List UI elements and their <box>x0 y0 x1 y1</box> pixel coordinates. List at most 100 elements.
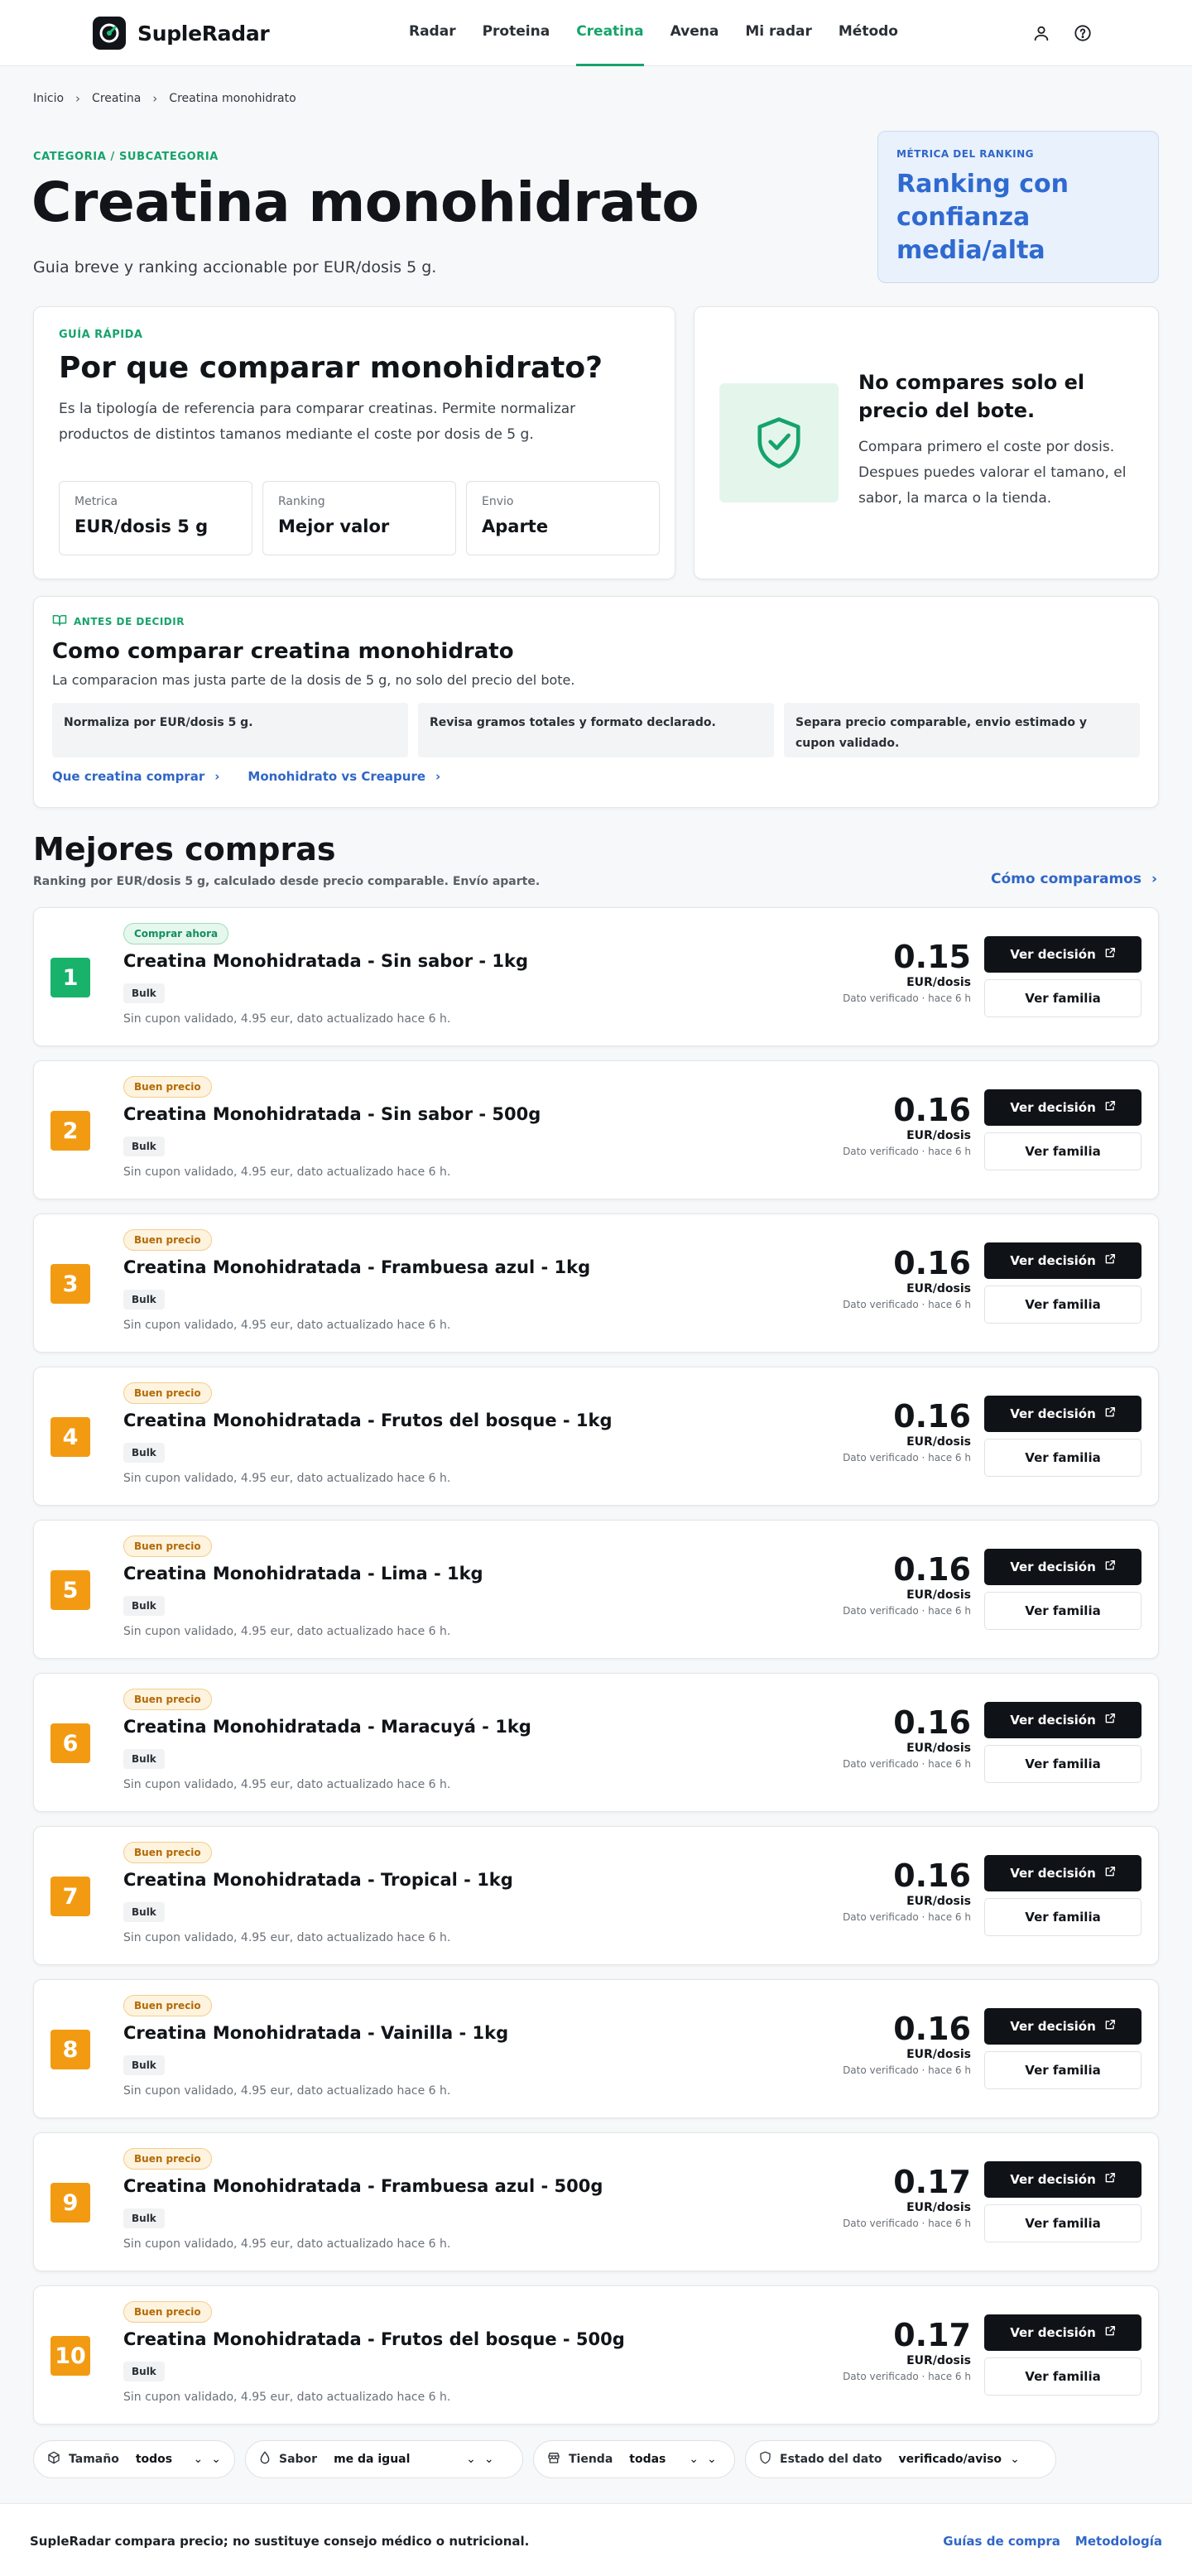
price-value: 0.16 <box>893 1245 971 1281</box>
view-family-button[interactable]: Ver familia <box>984 1898 1142 1936</box>
external-link-icon <box>1104 1713 1116 1728</box>
button-label: Ver decisión <box>1010 1100 1096 1115</box>
view-decision-button[interactable]: Ver decisión <box>984 1396 1142 1432</box>
link-monohidrato-vs-creapure[interactable]: Monohidrato vs Creapure › <box>248 769 440 784</box>
nav-radar[interactable]: Radar <box>409 0 456 66</box>
filter-label: Estado del dato <box>780 2453 882 2466</box>
view-family-button[interactable]: Ver familia <box>984 979 1142 1017</box>
stat-label: Metrica <box>74 495 118 508</box>
breadcrumb-inicio[interactable]: Inicio <box>33 92 64 105</box>
link-label: Que creatina comprar <box>52 769 205 784</box>
rank-number-badge: 1 <box>50 958 90 997</box>
price-note: Sin cupon validado, 4.95 eur, dato actua… <box>123 1778 451 1791</box>
filter-value: todas <box>629 2453 666 2466</box>
button-label: Ver decisión <box>1010 1866 1096 1881</box>
view-decision-button[interactable]: Ver decisión <box>984 936 1142 973</box>
link-label: Cómo comparamos <box>991 871 1142 887</box>
filter-label: Tamaño <box>69 2453 119 2466</box>
ranking-item: 9 Buen precio Creatina Monohidratada - Fra… <box>33 2132 1159 2271</box>
view-family-button[interactable]: Ver familia <box>984 1132 1142 1170</box>
drop-icon <box>259 2451 271 2468</box>
view-decision-button[interactable]: Ver decisión <box>984 2008 1142 2045</box>
button-label: Ver decisión <box>1010 2325 1096 2340</box>
filter-tamano[interactable]: Tamaño todos ⌄ ⌄ <box>33 2440 235 2478</box>
filter-tienda[interactable]: Tienda todas ⌄ ⌄ <box>533 2440 735 2478</box>
price-block: 0.16 EUR/dosis Dato verificado · hace 6 h <box>843 2011 971 2076</box>
view-decision-button[interactable]: Ver decisión <box>984 1855 1142 1891</box>
view-family-button[interactable]: Ver familia <box>984 2204 1142 2242</box>
price-block: 0.16 EUR/dosis Dato verificado · hace 6 h <box>843 1858 971 1923</box>
view-family-button[interactable]: Ver familia <box>984 2357 1142 2396</box>
product-name: Creatina Monohidratada - Lima - 1kg <box>123 1564 483 1584</box>
tip-item: Revisa gramos totales y formato declarad… <box>418 703 774 757</box>
chevron-down-icon: ⌄ <box>689 2453 699 2466</box>
button-label: Ver decisión <box>1010 1713 1096 1728</box>
product-name: Creatina Monohidratada - Vainilla - 1kg <box>123 2023 509 2043</box>
price-note: Sin cupon validado, 4.95 eur, dato actua… <box>123 2391 451 2404</box>
view-decision-button[interactable]: Ver decisión <box>984 1242 1142 1279</box>
nav-proteina[interactable]: Proteina <box>483 0 550 66</box>
nav-avena[interactable]: Avena <box>670 0 719 66</box>
view-family-button[interactable]: Ver familia <box>984 2051 1142 2089</box>
price-block: 0.17 EUR/dosis Dato verificado · hace 6 h <box>843 2318 971 2382</box>
view-family-button[interactable]: Ver familia <box>984 1286 1142 1324</box>
breadcrumb-creatina[interactable]: Creatina <box>92 92 141 105</box>
rank-number-badge: 5 <box>50 1570 90 1610</box>
price-block: 0.16 EUR/dosis Dato verificado · hace 6 h <box>843 1552 971 1617</box>
view-decision-button[interactable]: Ver decisión <box>984 1702 1142 1738</box>
format-badge: Bulk <box>123 1596 165 1616</box>
filter-sabor[interactable]: Sabor me da igual ⌄ ⌄ <box>245 2440 523 2478</box>
format-badge: Bulk <box>123 1443 165 1463</box>
external-link-icon <box>1104 2019 1116 2034</box>
footer-link-guias[interactable]: Guías de compra <box>943 2534 1060 2549</box>
tip-item: Separa precio comparable, envio estimado… <box>784 703 1140 757</box>
nav-mi-radar[interactable]: Mi radar <box>745 0 812 66</box>
guide-text: Es la tipología de referencia para compa… <box>59 401 576 443</box>
status-badge: Comprar ahora <box>123 923 229 944</box>
link-que-creatina-comprar[interactable]: Que creatina comprar › <box>52 769 219 784</box>
button-label: Ver decisión <box>1010 1406 1096 1421</box>
chevron-down-icon: ⌄ <box>1010 2453 1020 2466</box>
how-we-compare-link[interactable]: Cómo comparamos › <box>991 871 1157 887</box>
guide-stats: Metrica EUR/dosis 5 g Ranking Mejor valo… <box>59 481 660 555</box>
price-note: Sin cupon validado, 4.95 eur, dato actua… <box>123 1012 451 1026</box>
user-icon[interactable] <box>1031 23 1051 43</box>
brand-logo-link[interactable]: SupleRadar <box>93 17 270 50</box>
nav-metodo[interactable]: Método <box>839 0 898 66</box>
footer-link-metodologia[interactable]: Metodología <box>1075 2534 1162 2549</box>
page-subtitle: Guia breve y ranking accionable por EUR/… <box>33 258 437 276</box>
stat-value: EUR/dosis 5 g <box>74 517 209 536</box>
status-badge: Buen precio <box>123 1689 212 1710</box>
ranking-list: 1 Comprar ahora Creatina Monohidratada - S… <box>33 907 1159 2439</box>
price-unit: EUR/dosis <box>906 1588 971 1602</box>
view-decision-button[interactable]: Ver decisión <box>984 1549 1142 1585</box>
view-family-button[interactable]: Ver familia <box>984 1592 1142 1630</box>
price-note: Sin cupon validado, 4.95 eur, dato actua… <box>123 1625 451 1638</box>
shield-icon <box>759 2451 771 2468</box>
view-decision-button[interactable]: Ver decisión <box>984 2161 1142 2198</box>
rank-number-badge: 7 <box>50 1877 90 1916</box>
top-navbar: SupleRadar Radar Proteina Creatina Avena… <box>0 0 1192 66</box>
price-note: Sin cupon validado, 4.95 eur, dato actua… <box>123 2237 451 2251</box>
product-name: Creatina Monohidratada - Frambuesa azul … <box>123 2176 603 2196</box>
price-block: 0.15 EUR/dosis Dato verificado · hace 6 h <box>843 940 971 1004</box>
status-badge: Buen precio <box>123 1842 212 1863</box>
price-block: 0.16 EUR/dosis Dato verificado · hace 6 h <box>843 1399 971 1463</box>
view-family-button[interactable]: Ver familia <box>984 1439 1142 1477</box>
filter-estado-dato[interactable]: Estado del dato verificado/aviso ⌄ <box>745 2440 1056 2478</box>
view-decision-button[interactable]: Ver decisión <box>984 2314 1142 2351</box>
format-badge: Bulk <box>123 2055 165 2075</box>
view-family-button[interactable]: Ver familia <box>984 1745 1142 1783</box>
view-decision-button[interactable]: Ver decisión <box>984 1089 1142 1126</box>
warning-title: No compares solo el precio del bote. <box>858 371 1085 422</box>
decide-title: Como comparar creatina monohidrato <box>52 639 514 664</box>
ranking-item: 3 Buen precio Creatina Monohidratada - Fra… <box>33 1214 1159 1353</box>
chevron-down-icon: ⌄ <box>483 2453 494 2466</box>
button-label: Ver decisión <box>1010 947 1096 962</box>
help-icon[interactable] <box>1073 23 1093 43</box>
data-verified-label: Dato verificado · hace 6 h <box>843 1452 971 1463</box>
nav-creatina[interactable]: Creatina <box>576 0 644 66</box>
external-link-icon <box>1104 1866 1116 1881</box>
ranking-subtitle: Ranking por EUR/dosis 5 g, calculado des… <box>33 875 541 888</box>
chevron-right-icon: › <box>435 769 441 784</box>
